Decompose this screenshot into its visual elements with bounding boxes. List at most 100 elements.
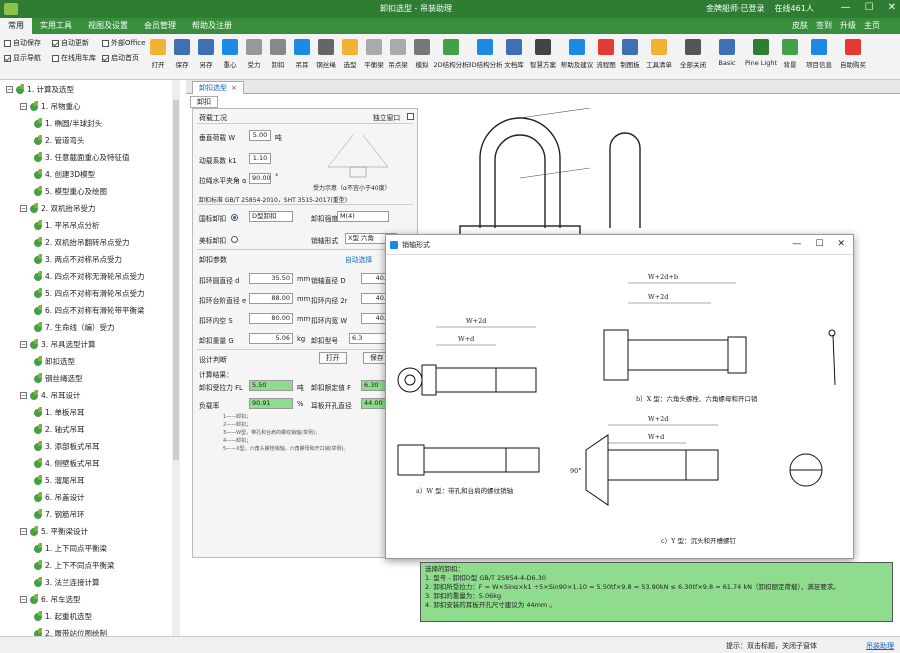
menu-help[interactable]: 帮助及注册 [184, 18, 240, 34]
tree-group[interactable]: − 2. 双机抬吊受力 [20, 202, 96, 214]
param-d-input[interactable]: 35.50 [249, 273, 293, 284]
tool-button[interactable]: 吊耳 [290, 36, 314, 76]
tab-shackle[interactable]: 卸扣 [190, 96, 218, 108]
independent-window-checkbox[interactable] [407, 113, 414, 120]
national-standard-radio[interactable] [231, 214, 238, 221]
tree-item[interactable]: 3. 任意截面重心及特征值 [34, 151, 130, 163]
menu-membership[interactable]: 会员管理 [136, 18, 184, 34]
menu-tools[interactable]: 实用工具 [32, 18, 80, 34]
menu-view-settings[interactable]: 视图及设置 [80, 18, 136, 34]
upgrade-button[interactable]: 升级 [840, 20, 856, 31]
status-link[interactable]: 吊装助理 [866, 641, 894, 651]
signin-button[interactable]: 签到 [816, 20, 832, 31]
tree-item[interactable]: 5. 四点不对称有滑轮吊点受力 [34, 287, 145, 299]
checkbox[interactable] [52, 54, 59, 62]
tool-button[interactable]: Basic [710, 36, 744, 76]
dialog-maximize-icon[interactable]: ☐ [815, 239, 823, 249]
tree-item[interactable]: 1. 平吊吊点分析 [34, 219, 100, 231]
tree-expander-icon[interactable]: − [20, 392, 27, 399]
tree-item[interactable]: 5. 模型重心及绘图 [34, 185, 107, 197]
param-s-input[interactable]: 80.00 [249, 313, 293, 324]
option-start-home[interactable]: 启动首页 [102, 53, 150, 63]
close-icon[interactable]: ✕ [888, 2, 896, 13]
american-standard-radio[interactable] [231, 236, 238, 243]
vertical-load-input[interactable]: 5.00 [249, 130, 271, 141]
scrollbar-thumb[interactable] [173, 100, 179, 460]
tree-item[interactable]: 1. 上下同点平衡梁 [34, 542, 107, 554]
param-model-input[interactable]: 6.3 [349, 333, 389, 344]
tree-item[interactable]: 1. 起重机选型 [34, 610, 92, 622]
tree-expander-icon[interactable]: − [6, 86, 13, 93]
tool-button[interactable]: 全部关闭 [676, 36, 710, 76]
tool-button[interactable]: 文档库 [502, 36, 526, 76]
tree-item[interactable]: 6. 吊盖设计 [34, 491, 85, 503]
tree-scrollbar[interactable] [172, 80, 180, 640]
tool-button[interactable]: 智慧方案 [526, 36, 560, 76]
checkbox[interactable] [4, 54, 11, 62]
option-show-nav[interactable]: 显示导航 [4, 53, 52, 63]
tool-button[interactable]: 帮助及建议 [560, 36, 594, 76]
tool-button[interactable]: 平衡梁 [362, 36, 386, 76]
maximize-icon[interactable]: ☐ [865, 2, 874, 13]
user-status[interactable]: 金牌船师·已登录 [706, 3, 765, 14]
tree-item[interactable]: 4. 四点不对称无滑轮吊点受力 [34, 270, 145, 282]
tree-expander-icon[interactable]: − [20, 528, 27, 535]
checkbox[interactable] [4, 39, 11, 47]
tool-button[interactable]: 受力 [242, 36, 266, 76]
shackle-type-select[interactable]: D型卸扣 [249, 211, 293, 222]
tree-group[interactable]: − 6. 吊车选型 [20, 593, 81, 605]
tree-item[interactable]: 1. 单板吊耳 [34, 406, 85, 418]
tool-button[interactable]: 重心 [218, 36, 242, 76]
tool-button[interactable]: 钢丝绳 [314, 36, 338, 76]
tree-expander-icon[interactable]: − [20, 205, 27, 212]
tool-button[interactable]: 保存 [170, 36, 194, 76]
tool-button[interactable]: 流程图 [594, 36, 618, 76]
tree-item[interactable]: 3. 添部板式吊耳 [34, 440, 100, 452]
tool-button[interactable]: 项目信息 [802, 36, 836, 76]
checkbox[interactable] [102, 39, 109, 47]
tool-button[interactable]: 背景 [778, 36, 802, 76]
tree-item[interactable]: 4. 侧壁板式吊耳 [34, 457, 100, 469]
option-external-office[interactable]: 外部Office [102, 38, 150, 48]
tree-item[interactable]: 3. 两点不对称吊点受力 [34, 253, 122, 265]
tree-group[interactable]: − 3. 吊具选型计算 [20, 338, 96, 350]
tree-item[interactable]: 2. 管道弯头 [34, 134, 85, 146]
tree-item[interactable]: 2. 上下不同点平衡梁 [34, 559, 115, 571]
tree-item[interactable]: 4. 创建3D模型 [34, 168, 95, 180]
auto-select-button[interactable]: 自动选择 [345, 254, 372, 264]
option-online-library[interactable]: 在线用车库 [52, 53, 102, 63]
tool-button[interactable]: 2D结构分析 [433, 36, 469, 76]
home-button[interactable]: 主页 [864, 20, 880, 31]
tree-item[interactable]: 1. 椭圆/半球封头 [34, 117, 102, 129]
checkbox[interactable] [102, 54, 109, 62]
minimize-icon[interactable]: — [841, 2, 851, 13]
tree-item[interactable]: 7. 钢筋吊环 [34, 508, 85, 520]
tool-button[interactable]: 吊点梁 [386, 36, 410, 76]
menu-common[interactable]: 常用 [0, 18, 32, 34]
dialog-minimize-icon[interactable]: — [792, 239, 801, 249]
tree-expander-icon[interactable]: − [20, 596, 27, 603]
tree-item[interactable]: 钢丝绳选型 [34, 372, 83, 384]
tree-group[interactable]: − 5. 平衡梁设计 [20, 525, 88, 537]
param-e-input[interactable]: 88.00 [249, 293, 293, 304]
tree-expander-icon[interactable]: − [20, 341, 27, 348]
checkbox[interactable] [52, 39, 59, 47]
tool-button[interactable]: 卸扣 [266, 36, 290, 76]
tab-close-icon[interactable]: × [231, 84, 237, 92]
option-auto-update[interactable]: 自动更新 [52, 38, 102, 48]
tree-item[interactable]: 2. 轴式吊耳 [34, 423, 85, 435]
dialog-close-icon[interactable]: ✕ [837, 239, 845, 249]
tool-button[interactable]: 工具清单 [642, 36, 676, 76]
param-g-input[interactable]: 5.06 [249, 333, 293, 344]
option-auto-save[interactable]: 自动保存 [4, 38, 52, 48]
tool-button[interactable]: 另存 [194, 36, 218, 76]
dynamic-coef-input[interactable]: 1.10 [249, 153, 271, 164]
open-button[interactable]: 打开 [319, 352, 347, 364]
tool-button[interactable]: 自助购买 [836, 36, 870, 76]
tool-button[interactable]: Pine Light [744, 36, 778, 76]
tree-item[interactable]: 2. 双机抬吊翻转吊点受力 [34, 236, 130, 248]
tool-button[interactable]: 3D结构分析 [467, 36, 503, 76]
tab-shackle-selection[interactable]: 卸扣选型 × [192, 81, 244, 94]
tree-group[interactable]: − 1. 吊物重心 [20, 100, 81, 112]
tool-button[interactable]: 打开 [146, 36, 170, 76]
